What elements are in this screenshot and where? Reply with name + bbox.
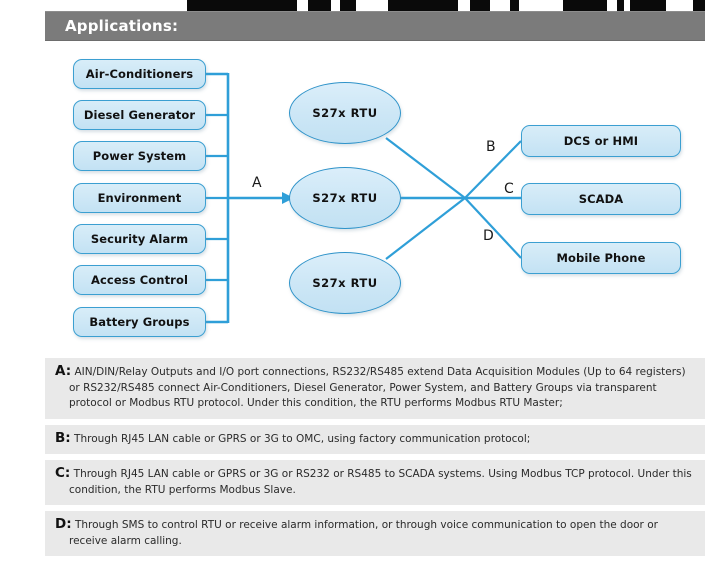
source-node-label: Environment (97, 191, 182, 205)
applications-diagram: Air-Conditioners Diesel Generator Power … (0, 45, 716, 350)
legend-row-d: D: Through SMS to control RTU or receive… (45, 511, 705, 556)
legend-text-a: AIN/DIN/Relay Outputs and I/O port conne… (69, 366, 686, 409)
source-node-battery-groups[interactable]: Battery Groups (73, 307, 206, 337)
source-node-label: Diesel Generator (83, 108, 196, 122)
rtu-node-label: S27x RTU (312, 191, 378, 205)
source-node-security-alarm[interactable]: Security Alarm (73, 224, 206, 254)
redacted-block-2 (340, 0, 356, 11)
redacted-strip (0, 0, 716, 11)
connection-label-b: B (486, 139, 496, 155)
redacted-block-4 (470, 0, 490, 11)
legend-key-d: D: (55, 516, 72, 532)
rtu-node-label: S27x RTU (312, 106, 378, 120)
legend-row-b: B: Through RJ45 LAN cable or GPRS or 3G … (45, 424, 705, 454)
target-node-dcs-or-hmi[interactable]: DCS or HMI (521, 125, 681, 157)
source-node-label: Security Alarm (90, 232, 189, 246)
connection-label-a: A (252, 175, 262, 191)
source-node-label: Power System (92, 149, 187, 163)
legend-text-d: Through SMS to control RTU or receive al… (69, 519, 658, 547)
rtu-node-label: S27x RTU (312, 276, 378, 290)
connection-label-d: D (483, 228, 494, 244)
redacted-block-5 (510, 0, 519, 11)
redacted-block-6 (563, 0, 607, 11)
legend-row-a: A: AIN/DIN/Relay Outputs and I/O port co… (45, 358, 705, 419)
source-node-label: Battery Groups (89, 315, 190, 329)
legend-key-a: A: (55, 363, 72, 379)
target-node-label: DCS or HMI (563, 134, 639, 148)
redacted-block-8 (630, 0, 666, 11)
source-node-label: Air-Conditioners (85, 67, 194, 81)
redacted-block-0 (187, 0, 297, 11)
redacted-block-9 (693, 0, 705, 11)
rtu-node-middle[interactable]: S27x RTU (289, 167, 401, 229)
legend-key-b: B: (55, 429, 71, 446)
target-node-mobile-phone[interactable]: Mobile Phone (521, 242, 681, 274)
source-node-label: Access Control (91, 273, 188, 287)
redacted-block-1 (308, 0, 331, 11)
legend-row-c: C: Through RJ45 LAN cable or GPRS or 3G … (45, 460, 705, 505)
source-node-environment[interactable]: Environment (73, 183, 206, 213)
rtu-node-top[interactable]: S27x RTU (289, 82, 401, 144)
legend-text-c: Through RJ45 LAN cable or GPRS or 3G or … (69, 468, 692, 496)
source-node-air-conditioners[interactable]: Air-Conditioners (73, 59, 206, 89)
target-node-label: Mobile Phone (556, 251, 646, 265)
source-node-diesel-generator[interactable]: Diesel Generator (73, 100, 206, 130)
target-node-label: SCADA (578, 192, 624, 206)
legend-text-b: Through RJ45 LAN cable or GPRS or 3G to … (74, 432, 531, 445)
connection-label-c: C (504, 181, 514, 197)
redacted-block-3 (388, 0, 458, 11)
legend-key-c: C: (55, 465, 71, 481)
target-node-scada[interactable]: SCADA (521, 183, 681, 215)
source-node-access-control[interactable]: Access Control (73, 265, 206, 295)
legend-panel: A: AIN/DIN/Relay Outputs and I/O port co… (45, 358, 705, 562)
redacted-block-7 (617, 0, 624, 11)
section-header-bar: Applications: (45, 11, 705, 41)
rtu-node-bottom[interactable]: S27x RTU (289, 252, 401, 314)
source-node-power-system[interactable]: Power System (73, 141, 206, 171)
page-title: Applications: (65, 17, 179, 35)
